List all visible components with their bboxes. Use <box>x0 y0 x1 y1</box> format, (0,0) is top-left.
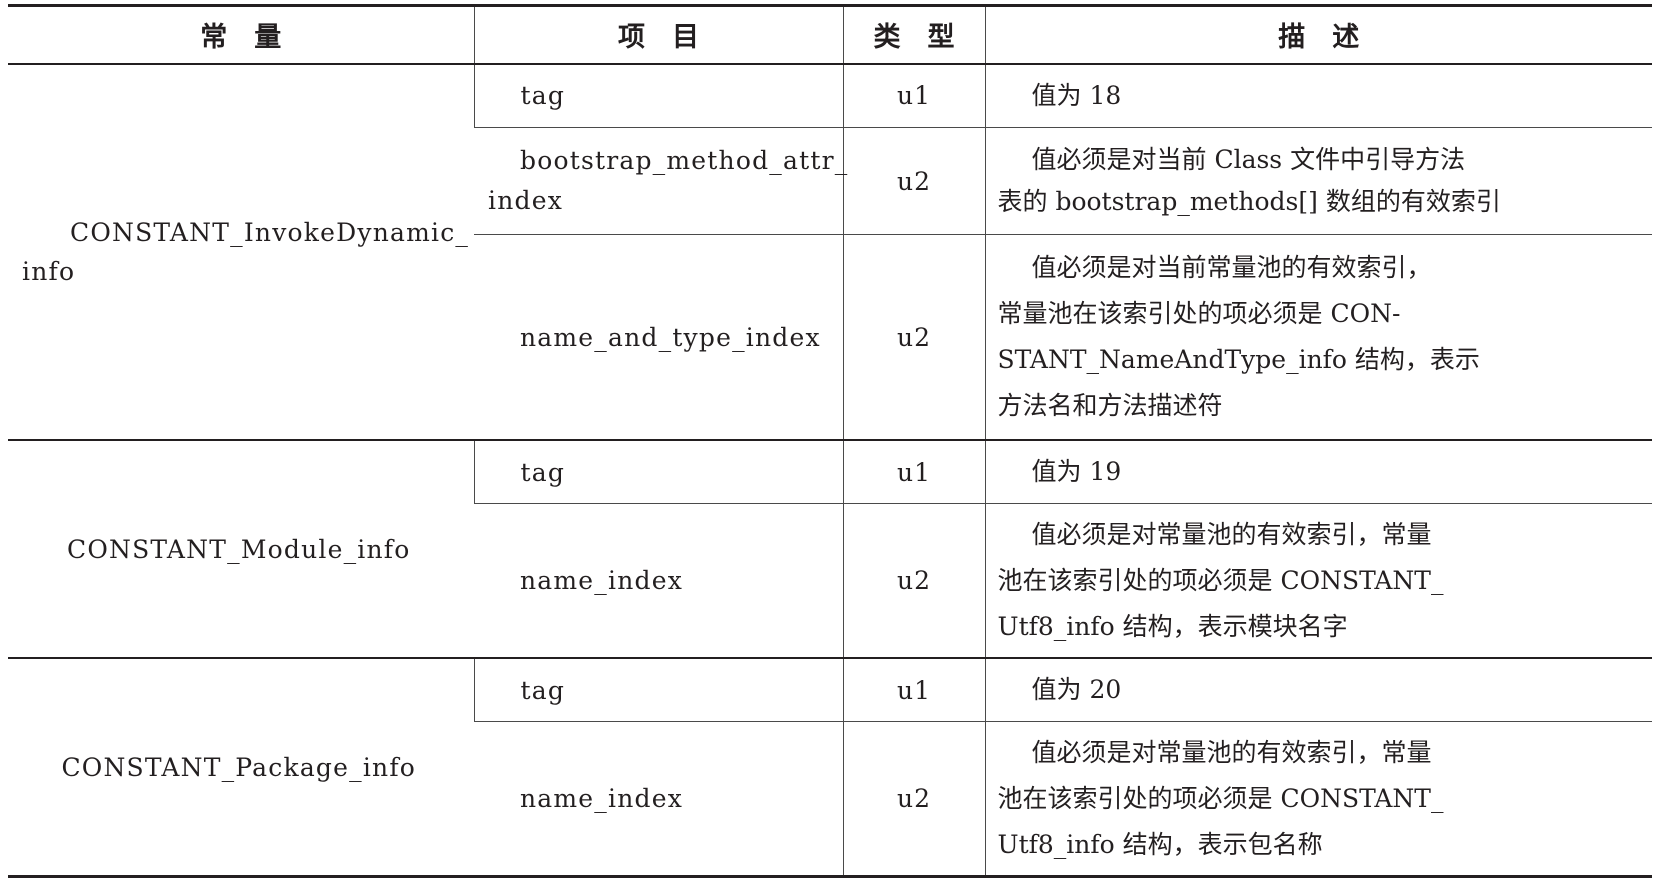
item-cell: tag <box>473 658 843 723</box>
type-cell: u2 <box>842 127 985 236</box>
item-name: name_index <box>520 566 684 596</box>
description-line1: 值必须是对当前 Class 文件中引导方法 <box>1031 145 1466 174</box>
constant-pool-table: 常 量 项 目 类 型 描 述 CONSTANT_InvokeDynamic_ … <box>8 4 1652 879</box>
type-cell: u2 <box>842 721 985 878</box>
item-cell: name_index <box>474 503 843 660</box>
description-line3: STANT_NameAndType_info 结构，表示 <box>997 345 1480 375</box>
item-cell: name_index <box>474 721 843 878</box>
constant-name-line2: info <box>22 256 76 286</box>
description-cell: 值必须是对常量池的有效索引，常量 池在该索引处的项必须是 CONSTANT_ U… <box>984 503 1652 660</box>
table-row: CONSTANT_Package_info tag u1 值为 20 <box>8 658 1652 879</box>
description-line1: 值必须是对常量池的有效索引，常量 <box>1031 737 1432 767</box>
item-cell: tag <box>473 440 843 505</box>
constant-name-line1: CONSTANT_InvokeDynamic_ <box>70 217 470 247</box>
header-description: 描 述 <box>984 4 1652 65</box>
description-cell: 值必须是对常量池的有效索引，常量 池在该索引处的项必须是 CONSTANT_ U… <box>984 721 1652 878</box>
table-row: CONSTANT_InvokeDynamic_ info tag u1 值为 1… <box>8 63 1652 442</box>
item-name: tag <box>520 81 566 110</box>
item-name: name_index <box>520 784 684 814</box>
description-text: 值为 20 <box>1031 675 1122 705</box>
description-cell: 值为 19 <box>984 440 1652 505</box>
description-line4: 方法名和方法描述符 <box>997 391 1223 421</box>
header-constant: 常 量 <box>8 4 474 65</box>
item-cell: bootstrap_method_attr_ index <box>474 127 849 236</box>
header-item: 项 目 <box>473 4 843 65</box>
type-cell: u2 <box>842 234 985 442</box>
item-name: name_and_type_index <box>520 322 821 352</box>
constant-name: CONSTANT_InvokeDynamic_ info <box>8 63 474 442</box>
table-row: CONSTANT_Module_info tag u1 值为 19 <box>8 440 1652 660</box>
header-type: 类 型 <box>842 4 985 65</box>
description-cell: 值为 20 <box>984 658 1652 723</box>
constant-name: CONSTANT_Package_info <box>8 658 474 879</box>
description-line1: 值必须是对常量池的有效索引，常量 <box>1031 519 1432 549</box>
description-line1: 值必须是对当前常量池的有效索引， <box>1031 253 1432 283</box>
description-cell: 值为 18 <box>984 63 1652 128</box>
type-cell: u1 <box>842 63 985 128</box>
description-text: 值为 19 <box>1031 457 1122 487</box>
description-line3: Utf8_info 结构，表示包名称 <box>997 829 1323 859</box>
page: 常 量 项 目 类 型 描 述 CONSTANT_InvokeDynamic_ … <box>0 0 1658 886</box>
description-line2: 常量池在该索引处的项必须是 CON- <box>997 299 1401 329</box>
type-cell: u2 <box>842 503 985 660</box>
item-cell: tag <box>473 63 843 128</box>
type-cell: u1 <box>842 658 985 723</box>
constant-name: CONSTANT_Module_info <box>8 440 474 660</box>
description-cell: 值必须是对当前常量池的有效索引， 常量池在该索引处的项必须是 CON- STAN… <box>984 234 1652 442</box>
description-line2: 表的 bootstrap_methods[] 数组的有效索引 <box>997 187 1501 216</box>
type-cell: u1 <box>842 440 985 505</box>
description-text: 值为 18 <box>1031 80 1122 110</box>
description-line2: 池在该索引处的项必须是 CONSTANT_ <box>997 565 1444 595</box>
description-line2: 池在该索引处的项必须是 CONSTANT_ <box>997 783 1444 813</box>
description-line3: Utf8_info 结构，表示模块名字 <box>997 611 1348 641</box>
description-cell: 值必须是对当前 Class 文件中引导方法 表的 bootstrap_metho… <box>984 127 1652 236</box>
item-name: tag <box>520 675 566 705</box>
item-name: tag <box>520 457 566 487</box>
item-name-line1: bootstrap_method_attr_ <box>520 146 849 175</box>
item-name-line2: index <box>488 186 563 215</box>
item-cell: name_and_type_index <box>474 234 843 442</box>
table-header-row: 常 量 项 目 类 型 描 述 <box>8 4 1652 65</box>
